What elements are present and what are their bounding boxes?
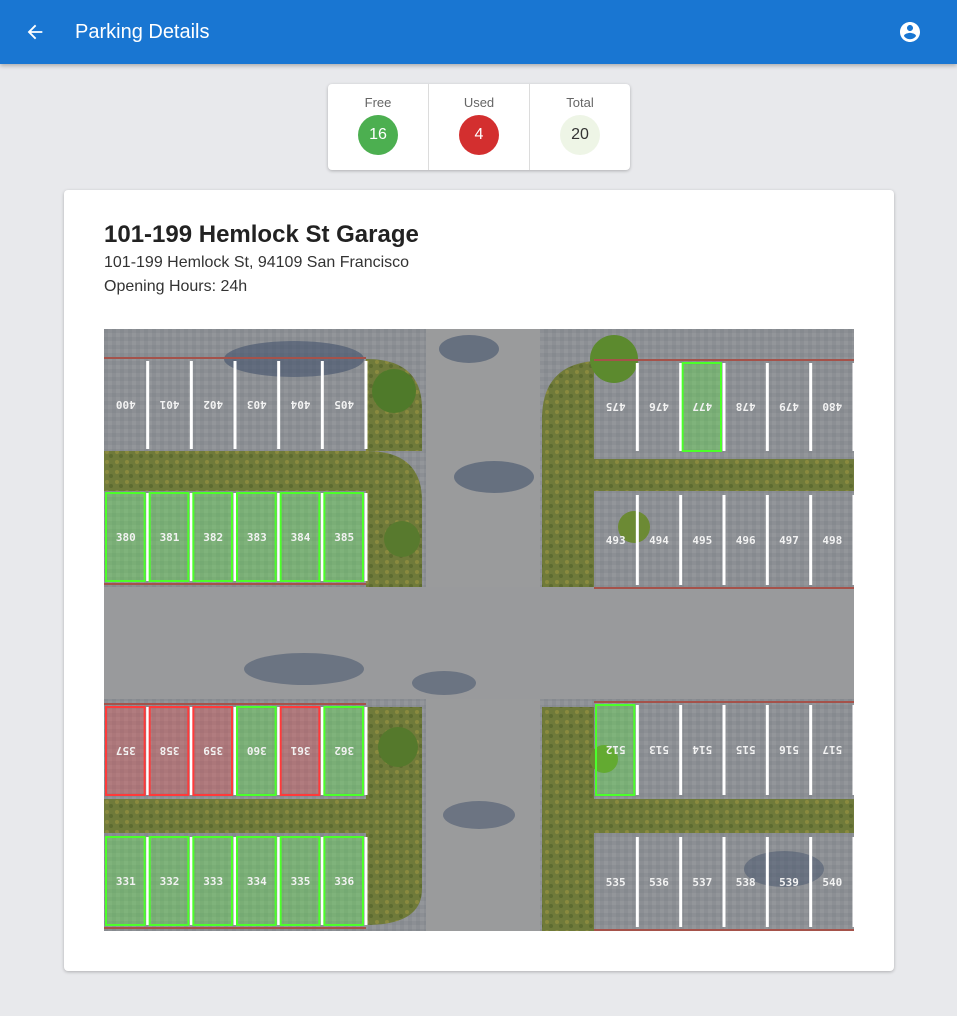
spot-number: 331 (116, 875, 136, 888)
tree-shadow (454, 461, 534, 493)
tree (372, 369, 416, 413)
spot-number: 539 (779, 876, 799, 889)
tree-shadow (412, 671, 476, 695)
spot-number: 517 (822, 743, 842, 756)
grass-island (542, 707, 594, 931)
spot-number: 405 (334, 398, 354, 411)
spot-number: 334 (247, 875, 267, 888)
app-bar: Parking Details (0, 0, 957, 64)
stat-used-label: Used (463, 95, 495, 110)
spot-number: 475 (606, 400, 626, 413)
tree (384, 521, 420, 557)
tree (378, 727, 418, 767)
tree-shadow (439, 335, 499, 363)
spot-number: 384 (291, 531, 311, 544)
spot-number: 498 (822, 534, 842, 547)
grass-island (594, 459, 854, 491)
curb-line (104, 703, 366, 705)
curb-line (104, 927, 366, 929)
curb-line (594, 701, 854, 703)
spot-number: 515 (736, 743, 756, 756)
page-title: Parking Details (75, 21, 210, 43)
spot-number: 538 (736, 876, 756, 889)
spot-number: 540 (822, 876, 842, 889)
curb-line (594, 929, 854, 931)
parking-lot-map[interactable]: 400 401 402 403 404 405 380 381 382 383 384 385 357 3… (104, 329, 854, 931)
spot-number: 381 (160, 531, 180, 544)
curb-line (104, 357, 366, 359)
spot-number: 335 (291, 875, 311, 888)
occupancy-stats: Free 16 Used 4 Total 20 (328, 84, 630, 170)
tree-shadow (244, 653, 364, 685)
spot-number: 357 (116, 744, 136, 757)
spot-number: 382 (203, 531, 223, 544)
spot-number: 362 (334, 744, 354, 757)
stat-total: Total 20 (529, 84, 630, 170)
stat-used: Used 4 (428, 84, 529, 170)
stat-free-label: Free (364, 95, 392, 110)
spot-number: 358 (160, 744, 180, 757)
spot-number: 495 (692, 534, 712, 547)
spot-number: 536 (649, 876, 669, 889)
garage-hours: Opening Hours: 24h (104, 278, 248, 295)
back-button[interactable] (20, 17, 50, 47)
spot-number: 476 (649, 400, 669, 413)
spot-number: 513 (649, 743, 669, 756)
grass-island (542, 361, 594, 587)
stat-free: Free 16 (328, 84, 428, 170)
arrow-left-icon (27, 24, 43, 40)
spot-number: 512 (606, 743, 626, 756)
curb-line (104, 583, 366, 585)
spot-number: 361 (290, 744, 310, 757)
spot-number: 479 (779, 400, 799, 413)
account-circle-icon (900, 22, 920, 42)
cross-road (104, 587, 854, 699)
curb-line (594, 359, 854, 361)
spot-number: 404 (290, 398, 310, 411)
spot-number: 480 (822, 400, 842, 413)
garage-card: 101-199 Hemlock St Garage 101-199 Hemloc… (64, 190, 894, 971)
spot-number: 493 (606, 534, 626, 547)
spot-number: 332 (160, 875, 180, 888)
spot-number: 400 (116, 398, 136, 411)
spot-number: 359 (203, 744, 223, 757)
spot-number: 401 (159, 398, 179, 411)
spot-number: 383 (247, 531, 267, 544)
grass-island (594, 799, 854, 833)
spot-number: 380 (116, 531, 136, 544)
stat-used-badge: 4 (459, 115, 499, 155)
spot-number: 403 (247, 398, 267, 411)
spot-number: 402 (203, 398, 223, 411)
garage-address: 101-199 Hemlock St, 94109 San Francisco (104, 254, 410, 271)
spot-number: 514 (692, 743, 712, 756)
spot-number: 360 (247, 744, 267, 757)
spot-number: 516 (779, 743, 799, 756)
spot-number: 537 (692, 876, 712, 889)
spot-number: 496 (736, 534, 756, 547)
tree-shadow (443, 801, 515, 829)
spot-number: 333 (203, 875, 223, 888)
spot-number: 385 (334, 531, 354, 544)
spot-number: 336 (334, 875, 354, 888)
account-button[interactable] (896, 18, 924, 46)
stat-total-label: Total (566, 95, 594, 110)
spot-number: 478 (736, 400, 756, 413)
stat-total-badge: 20 (560, 115, 600, 155)
spot-number: 494 (649, 534, 669, 547)
spot-number: 535 (606, 876, 626, 889)
spot-number: 497 (779, 534, 799, 547)
spot-number: 477 (692, 400, 712, 413)
stat-free-badge: 16 (358, 115, 398, 155)
curb-line (594, 587, 854, 589)
garage-name: 101-199 Hemlock St Garage (104, 221, 419, 248)
